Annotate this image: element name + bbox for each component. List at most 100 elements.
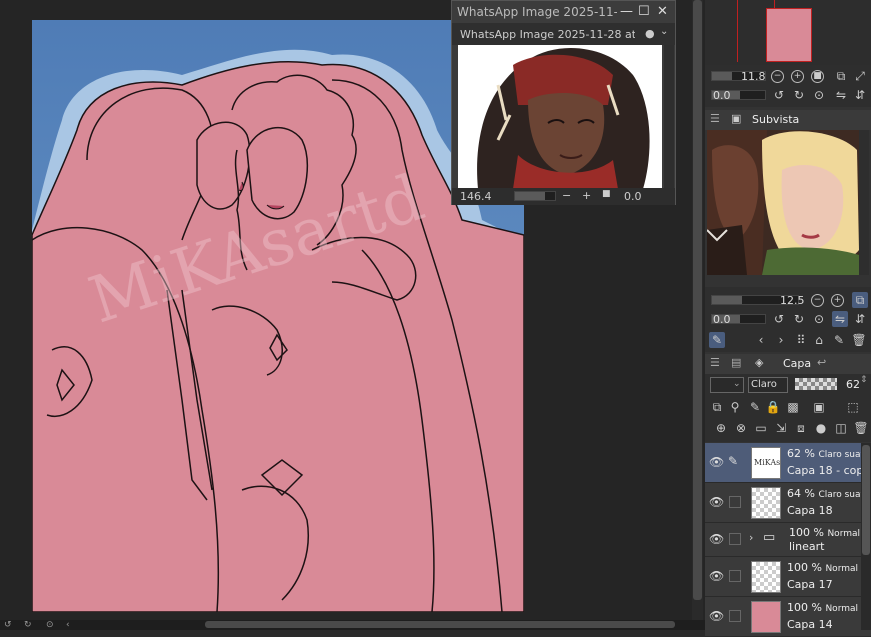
grid-view-icon[interactable]: ⠿ [793,332,809,348]
palette-icon[interactable]: ⬚ [845,399,861,415]
flip-horizontal-icon[interactable]: ⇋ [833,87,849,103]
apply-mask-icon[interactable]: ◫ [833,420,849,436]
minimize-icon[interactable]: — [620,4,633,19]
reference-zoom-slider[interactable] [514,191,556,201]
layer-row[interactable]: 👁 100 % Normal Capa 17 [705,557,871,597]
layer-checkbox[interactable] [729,610,741,622]
scroll-left-icon[interactable]: ‹ [66,620,70,630]
eye-icon[interactable]: 👁 [709,532,724,546]
expand-chevron-icon[interactable]: › [749,531,753,544]
transfer-down-icon[interactable]: ⇲ [773,420,789,436]
navigator-preview[interactable] [705,0,871,65]
reference-image[interactable] [458,45,662,189]
vertical-scrollbar[interactable] [692,0,703,620]
blend-mode-dropdown[interactable]: Claro [748,377,788,393]
layer-thumbnail: MiKAsartd [751,447,797,479]
zoom-in-icon[interactable]: + [831,294,844,307]
flip-vertical-icon[interactable]: ⇵ [852,87,868,103]
panel-menu-icon[interactable]: ☰ [710,112,720,125]
subview-controls: 12.5 − + ⧉ 0.0 ↺ ↻ ⊙ ⇋ ⇵ ✎ ‹ › ⠿ ⌂ ✎ 🗑 [705,287,871,352]
layer-row[interactable]: 👁 100 % Normal Capa 14 [705,597,871,637]
layer-color-dropdown[interactable]: ⌄ [710,377,744,393]
reference-window[interactable]: WhatsApp Image 2025-11-28 — ☐ ✕ WhatsApp… [451,0,676,205]
zoom-out-icon[interactable]: − [811,294,824,307]
zoom-out-icon[interactable]: − [771,70,784,83]
history-tab-icon[interactable]: ↩ [817,356,826,369]
reset-view-icon[interactable]: ⊙ [46,620,54,630]
reference-tab[interactable]: WhatsApp Image 2025-11-28 at 12.16 [460,28,635,41]
eye-icon[interactable]: 👁 [709,495,724,509]
subview-image[interactable] [707,130,859,275]
layer-row[interactable]: 👁 64 % Claro suave Capa 18 [705,483,871,523]
layer-thumbnail [751,487,781,519]
layer-panel-header: ☰ ▤ ◈ Capa ↩ [705,354,871,374]
layer-list-scrollbar[interactable] [861,443,871,630]
add-mask-icon[interactable]: ● [813,420,829,436]
reference-tab-bar: WhatsApp Image 2025-11-28 at 12.16 ● ⌄ [452,23,675,45]
layer-checkbox[interactable] [729,570,741,582]
new-vector-layer-icon[interactable]: ⊗ [733,420,749,436]
eyedropper-icon[interactable]: ✎ [709,332,725,348]
fit-window-icon[interactable]: ⤢ [852,68,868,84]
fit-screen-icon[interactable]: ■ [811,70,824,83]
rotate-right-icon[interactable]: ↻ [791,87,807,103]
open-folder-icon[interactable]: ⌂ [811,332,827,348]
layer-blend-mode: Normal [825,564,859,574]
fit-icon[interactable]: ■ [602,189,611,199]
fit-view-icon[interactable]: ⧉ [852,292,868,308]
lock-icon[interactable]: 🔒 [765,399,781,415]
layer-checkbox[interactable] [729,496,741,508]
layer-checkbox[interactable] [729,533,741,545]
close-icon[interactable]: ✕ [657,4,668,19]
clip-icon[interactable]: ⧉ [709,399,725,415]
rotate-left-icon[interactable]: ↺ [771,87,787,103]
delete-layer-icon[interactable]: 🗑 [853,420,869,436]
reference-layer-icon[interactable]: ⚲ [727,399,743,415]
panel-menu-icon[interactable]: ☰ [710,356,720,369]
layer-row[interactable]: 👁 ✎ MiKAsartd 62 % Claro suave Capa 18 -… [705,443,871,483]
lock-transparency-icon[interactable]: ▩ [785,399,801,415]
zoom-in-icon[interactable]: + [582,189,591,202]
pencil-icon: ✎ [728,454,739,468]
flip-vertical-icon[interactable]: ⇵ [852,311,868,327]
flip-horizontal-icon[interactable]: ⇋ [832,311,848,327]
blend-mode-row: ⌄ Claro 62 ⇕ [705,374,871,396]
layer-folder-row[interactable]: 👁 › ▭ 100 % Normal lineart [705,523,871,557]
new-raster-layer-icon[interactable]: ⊕ [713,420,729,436]
layer-property-tab-icon[interactable]: ▤ [731,356,741,369]
opacity-stepper-icon[interactable]: ⇕ [860,375,868,385]
previous-icon[interactable]: ‹ [753,332,769,348]
subview-scrollbar[interactable] [859,130,869,275]
layer-tab-label[interactable]: Capa [783,357,811,370]
reference-title-bar[interactable]: WhatsApp Image 2025-11-28 — ☐ ✕ [452,1,675,23]
eye-icon[interactable]: 👁 [709,569,724,583]
reset-rotation-icon[interactable]: ⊙ [811,87,827,103]
rotate-right-icon[interactable]: ↻ [24,620,32,630]
layer-thumbnail [751,601,781,633]
eye-icon[interactable]: 👁 [709,609,724,623]
chevron-down-icon[interactable]: ⌄ [660,26,668,37]
reference-zoom-value: 146.4 [460,190,492,203]
opacity-slider[interactable] [795,378,837,390]
layer-name: Capa 18 - copia [787,464,871,477]
next-icon[interactable]: › [773,332,789,348]
new-folder-icon[interactable]: ▭ [753,420,769,436]
zoom-in-icon[interactable]: + [791,70,804,83]
edit-icon[interactable]: ✎ [831,332,847,348]
layer-thumbnail [751,561,781,593]
zoom-out-icon[interactable]: − [562,189,571,202]
horizontal-scrollbar[interactable] [0,620,705,630]
rotate-left-icon[interactable]: ↺ [4,620,12,630]
rotate-left-icon[interactable]: ↺ [771,311,787,327]
draft-layer-icon[interactable]: ✎ [747,399,763,415]
reset-rotation-icon[interactable]: ⊙ [811,311,827,327]
mask-icon[interactable]: ▣ [811,399,827,415]
subview-tab-label[interactable]: Subvista [752,113,799,126]
maximize-icon[interactable]: ☐ [638,4,650,19]
delete-icon[interactable]: 🗑 [851,332,867,348]
rotate-right-icon[interactable]: ↻ [791,311,807,327]
eye-icon[interactable]: 👁 [709,455,724,469]
actual-size-icon[interactable]: ⧉ [833,68,849,84]
reference-vscroll[interactable] [664,45,674,188]
merge-icon[interactable]: ⧈ [793,420,809,436]
